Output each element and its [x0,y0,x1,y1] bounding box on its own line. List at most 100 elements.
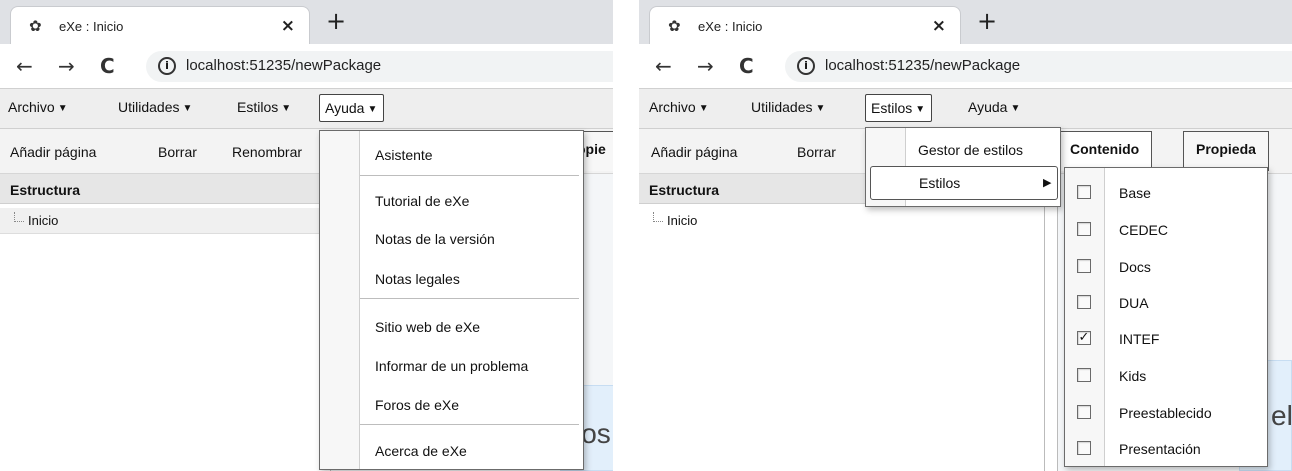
right-browser-window: ✿ eXe : Inicio × + ← → C i localhost:512… [639,0,1292,471]
tab-title: eXe : Inicio [698,19,763,34]
caret-down-icon: ▼ [367,104,378,115]
menu-utilidades[interactable]: Utilidades ▼ [751,99,825,115]
delete-button[interactable]: Borrar [158,144,197,160]
checkbox[interactable] [1077,295,1091,309]
menu-item-foros[interactable]: Foros de eXe [375,397,459,413]
pane-splitter[interactable] [1044,174,1045,471]
tree-line-icon [14,212,24,222]
style-option-label: Kids [1119,368,1147,384]
style-option-label: INTEF [1119,331,1160,347]
structure-header: Estructura [0,174,330,204]
menu-bar: Archivo ▼ Utilidades ▼ Estilos ▼ Ayuda ▼ [0,89,613,129]
menu-ayuda[interactable]: Ayuda ▼ [968,99,1020,115]
menu-item-estilos[interactable]: Estilos ▶ [870,166,1058,200]
url-text: localhost:51235/newPackage [186,57,382,74]
tab-strip: ✿ eXe : Inicio × + [639,0,1292,44]
style-option-label: Presentación [1119,441,1201,457]
caret-down-icon: ▼ [698,103,709,114]
menu-archivo-label: Archivo [649,99,696,115]
menu-utilidades-label: Utilidades [751,99,813,115]
url-field[interactable]: i localhost:51235/newPackage [146,51,613,82]
add-page-button[interactable]: Añadir página [651,144,737,160]
caret-down-icon: ▼ [915,104,926,115]
menu-gutter [1065,168,1105,466]
submenu-arrow-icon: ▶ [1043,177,1052,189]
browser-tab[interactable]: ✿ eXe : Inicio × [10,6,310,44]
menu-item-informar[interactable]: Informar de un problema [375,358,528,374]
menu-bar: Archivo ▼ Utilidades ▼ Estilos ▼ Ayuda ▼ [639,89,1292,129]
tree-node-inicio[interactable]: Inicio [0,208,330,234]
new-tab-button[interactable]: + [977,6,997,36]
menu-estilos-label: Estilos [237,99,279,115]
exe-logo-icon: ✿ [29,17,42,35]
menu-archivo[interactable]: Archivo ▼ [8,99,68,115]
browser-tab[interactable]: ✿ eXe : Inicio × [649,6,961,44]
tab-propiedades[interactable]: Propieda [1183,131,1269,171]
checkbox[interactable]: ✓ [1077,331,1091,345]
tree-line-icon [653,212,663,222]
url-text: localhost:51235/newPackage [825,57,1021,74]
tab-title: eXe : Inicio [59,19,124,34]
tree-node-label: Inicio [28,213,59,228]
address-bar: ← → C i localhost:51235/newPackage [639,44,1292,89]
menu-item-gestor-estilos[interactable]: Gestor de estilos [918,142,1023,158]
menu-item-asistente[interactable]: Asistente [375,147,433,163]
tab-strip: ✿ eXe : Inicio × + [0,0,613,44]
menu-ayuda[interactable]: Ayuda ▼ [319,94,385,122]
back-icon[interactable]: ← [655,55,672,77]
menu-item-acerca[interactable]: Acerca de eXe [375,443,467,459]
close-icon[interactable]: × [932,16,946,36]
menu-utilidades[interactable]: Utilidades ▼ [118,99,192,115]
left-browser-window: ✿ eXe : Inicio × + ← → C i localhost:512… [0,0,613,471]
menu-item-notas-version[interactable]: Notas de la versión [375,231,495,247]
url-field[interactable]: i localhost:51235/newPackage [785,51,1292,82]
menu-ayuda-label: Ayuda [968,99,1008,115]
close-icon[interactable]: × [281,16,295,36]
tree-node-inicio[interactable]: Inicio [639,208,1044,234]
style-option-label: Base [1119,185,1151,201]
menu-separator [360,298,579,299]
menu-separator [360,424,579,425]
menu-archivo-label: Archivo [8,99,55,115]
new-tab-button[interactable]: + [326,6,346,36]
reload-icon[interactable]: C [739,55,754,77]
menu-ayuda-label: Ayuda [325,100,365,116]
menu-item-tutorial[interactable]: Tutorial de eXe [375,193,469,209]
reload-icon[interactable]: C [100,55,115,77]
delete-button[interactable]: Borrar [797,144,836,160]
menu-item-notas-legales[interactable]: Notas legales [375,271,460,287]
style-option-label: Preestablecido [1119,405,1212,421]
info-icon[interactable]: i [158,57,176,75]
checkbox[interactable] [1077,441,1091,455]
add-page-button[interactable]: Añadir página [10,144,96,160]
menu-item-estilos-label: Estilos [919,175,961,191]
menu-estilos[interactable]: Estilos ▼ [865,94,933,122]
menu-gutter [320,131,360,469]
checkbox[interactable] [1077,368,1091,382]
checkbox[interactable] [1077,405,1091,419]
checkbox[interactable] [1077,259,1091,273]
checkbox[interactable] [1077,185,1091,199]
caret-down-icon: ▼ [57,103,68,114]
rename-button[interactable]: Renombrar [232,144,302,160]
style-option-label: Docs [1119,259,1151,275]
address-bar: ← → C i localhost:51235/newPackage [0,44,613,89]
content-heading-partial: el [1271,400,1292,431]
back-icon[interactable]: ← [16,55,33,77]
menu-archivo[interactable]: Archivo ▼ [649,99,709,115]
caret-down-icon: ▼ [1010,103,1021,114]
caret-down-icon: ▼ [281,103,292,114]
styles-submenu: Base CEDEC Docs DUA ✓ INTEF Kids Preesta… [1064,167,1268,467]
ayuda-dropdown: Asistente Tutorial de eXe Notas de la ve… [319,130,584,470]
tab-contenido[interactable]: Contenido [1057,131,1153,171]
checkbox[interactable] [1077,222,1091,236]
style-option-label: CEDEC [1119,222,1169,238]
tree-node-label: Inicio [667,213,698,228]
forward-icon[interactable]: → [697,55,714,77]
menu-item-sitio-web[interactable]: Sitio web de eXe [375,319,480,335]
menu-separator [360,175,579,176]
forward-icon[interactable]: → [58,55,75,77]
caret-down-icon: ▼ [182,103,193,114]
menu-estilos[interactable]: Estilos ▼ [237,99,291,115]
info-icon[interactable]: i [797,57,815,75]
